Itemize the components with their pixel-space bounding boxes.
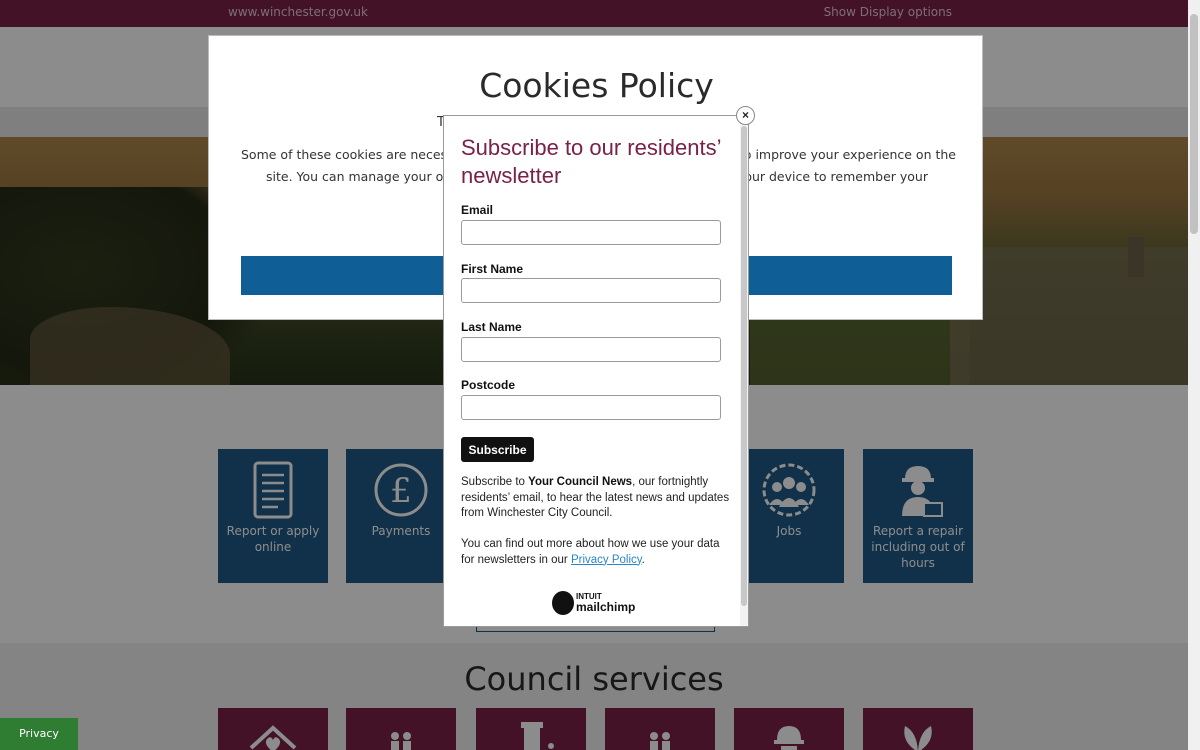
postcode-field[interactable] <box>461 395 721 420</box>
mailchimp-logo[interactable]: INTUIT mailchimp <box>552 591 635 617</box>
subscribe-button[interactable]: Subscribe <box>461 437 534 462</box>
email-field[interactable] <box>461 220 721 245</box>
privacy-policy-link[interactable]: Privacy Policy <box>571 554 642 566</box>
mailchimp-wordmark: INTUIT mailchimp <box>576 592 635 614</box>
newsletter-title: Subscribe to our residents’ newsletter <box>461 135 721 188</box>
privacy-note: You can find out more about how we use y… <box>461 537 733 568</box>
email-label: Email <box>461 203 494 217</box>
newsletter-scroll-thumb[interactable] <box>741 126 747 606</box>
mailchimp-icon <box>552 591 574 615</box>
logo-mailchimp: mailchimp <box>576 600 636 614</box>
newsletter-description: Subscribe to Your Council News, our fort… <box>461 475 733 522</box>
newsletter-popup: Subscribe to our residents’ newsletter E… <box>443 115 749 627</box>
privacy-settings-button[interactable]: Privacy settings <box>0 718 78 750</box>
close-icon[interactable]: × <box>736 106 755 125</box>
last-name-label: Last Name <box>461 320 522 334</box>
page-scrollbar[interactable] <box>1188 0 1200 750</box>
cookies-text-line1-right: o help improve your experience on the <box>712 147 956 162</box>
privacy-note-suffix: . <box>641 553 645 566</box>
page-scroll-thumb[interactable] <box>1190 14 1198 234</box>
cookies-title: Cookies Policy <box>479 66 714 105</box>
description-prefix: Subscribe to <box>461 476 529 488</box>
newsletter-scrollbar[interactable] <box>740 116 748 626</box>
last-name-field[interactable] <box>461 337 721 362</box>
postcode-label: Postcode <box>461 378 516 392</box>
newsletter-name: Your Council News <box>528 476 633 488</box>
first-name-label: First Name <box>461 262 524 276</box>
first-name-field[interactable] <box>461 278 721 303</box>
